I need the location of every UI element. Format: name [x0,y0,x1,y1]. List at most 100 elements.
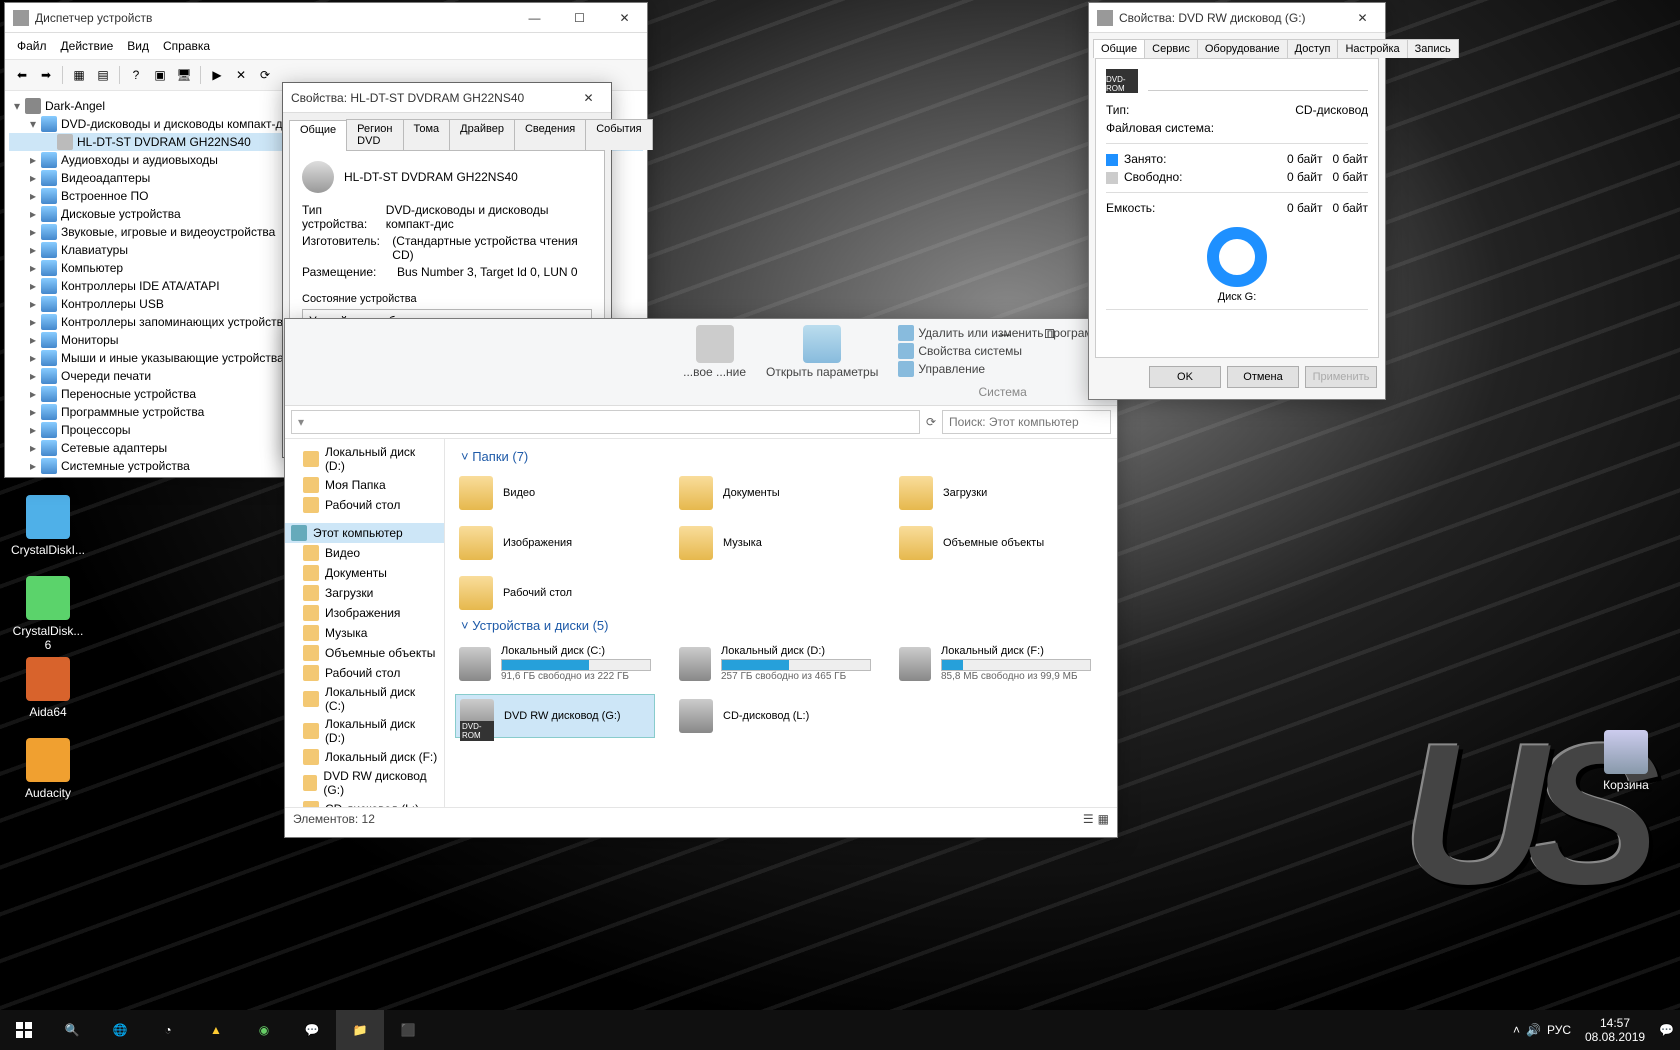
volume-label-input[interactable] [1148,71,1368,91]
group-header[interactable]: ˅ Устройства и диски (5) [461,618,1107,633]
back-icon[interactable]: ⬅ [11,64,33,86]
explorer-main[interactable]: ˅ Папки (7) Видео Документы Загрузки Изображ… [445,439,1117,807]
diskprops-titlebar[interactable]: Свойства: DVD RW дисковод (G:) ✕ [1089,3,1385,33]
ok-button[interactable]: OK [1149,366,1221,388]
folder-tile[interactable]: Видео [455,472,655,514]
sidebar-item[interactable]: Объемные объекты [285,643,444,663]
tab[interactable]: Сервис [1144,39,1198,58]
tool-icon[interactable]: ▣ [149,64,171,86]
tool-icon[interactable]: ✕ [230,64,252,86]
desktop-icon[interactable]: Audacity [10,738,86,800]
desktop-icon[interactable]: CrystalDisk... 6 [10,576,86,652]
sidebar-item[interactable]: Этот компьютер [285,523,444,543]
explorer-sidebar[interactable]: Локальный диск (D:)Моя ПапкаРабочий стол… [285,439,445,807]
desktop-icon[interactable]: CrystalDiskI... [10,495,86,557]
maximize-button[interactable]: ☐ [557,3,602,33]
sidebar-item[interactable]: Музыка [285,623,444,643]
sidebar-item[interactable]: Рабочий стол [285,495,444,515]
tool-icon[interactable]: ▦ [68,64,90,86]
discord-icon[interactable]: 💬 [288,1010,336,1050]
close-button[interactable]: ✕ [566,83,611,113]
app-icon[interactable]: ◉ [240,1010,288,1050]
tab[interactable]: Сведения [514,119,586,150]
menu-item[interactable]: Файл [11,37,53,55]
folder-tile[interactable]: Музыка [675,522,875,564]
lang-indicator[interactable]: РУС [1547,1023,1571,1037]
menu-item[interactable]: Действие [55,37,120,55]
drive-tile[interactable]: Локальный диск (F:) 85,8 МБ свободно из … [895,641,1095,686]
sidebar-item[interactable]: Моя Папка [285,475,444,495]
folder-tile[interactable]: Изображения [455,522,655,564]
tab[interactable]: Доступ [1287,39,1339,58]
folder-tile[interactable]: Объемные объекты [895,522,1095,564]
sidebar-item[interactable]: Локальный диск (C:) [285,683,444,715]
clock[interactable]: 14:57 08.08.2019 [1577,1016,1653,1045]
tab[interactable]: Общие [289,120,347,151]
search-input[interactable] [942,410,1111,434]
desktop-icon[interactable]: Aida64 [10,657,86,719]
app-icon[interactable]: ⬛ [384,1010,432,1050]
breadcrumb[interactable]: ▾ [291,410,920,434]
tab[interactable]: Драйвер [449,119,515,150]
volume-icon[interactable]: 🔊 [1526,1023,1541,1037]
tab[interactable]: Настройка [1337,39,1407,58]
tool-icon[interactable]: ? [125,64,147,86]
devmgr-titlebar[interactable]: Диспетчер устройств — ☐ ✕ [5,3,647,33]
steam-icon[interactable]: ◔ [144,1010,192,1050]
tool-icon[interactable]: ▶ [206,64,228,86]
drive-tile[interactable]: Локальный диск (D:) 257 ГБ свободно из 4… [675,641,875,686]
refresh-icon[interactable]: ⟳ [926,415,936,429]
tab[interactable]: Запись [1407,39,1459,58]
minimize-button[interactable]: — [512,3,557,33]
drive-tile[interactable]: Локальный диск (C:) 91,6 ГБ свободно из … [455,641,655,686]
sidebar-item[interactable]: DVD RW дисковод (G:) [285,767,444,799]
close-button[interactable]: ✕ [602,3,647,33]
tool-icon[interactable]: ▤ [92,64,114,86]
menu-item[interactable]: Справка [157,37,216,55]
sidebar-item[interactable]: Локальный диск (F:) [285,747,444,767]
cancel-button[interactable]: Отмена [1227,366,1299,388]
sidebar-item[interactable]: Локальный диск (D:) [285,715,444,747]
view-details-icon[interactable]: ☰ [1083,812,1094,826]
tool-icon[interactable]: ⟳ [254,64,276,86]
sidebar-item[interactable]: Загрузки [285,583,444,603]
folder-tile[interactable]: Документы [675,472,875,514]
aimp-icon[interactable]: ▲ [192,1010,240,1050]
ribbon-link[interactable]: Управление [898,361,985,377]
view-tiles-icon[interactable]: ▦ [1098,812,1109,826]
folder-tile[interactable]: Рабочий стол [455,572,655,614]
tray-chevron-icon[interactable]: ˄ [1513,1023,1520,1037]
maximize-button[interactable]: ☐ [1027,319,1072,349]
group-header[interactable]: ˅ Папки (7) [461,449,1107,464]
sidebar-item[interactable]: Локальный диск (D:) [285,443,444,475]
tab[interactable]: Общие [1093,39,1145,58]
props-titlebar[interactable]: Свойства: HL-DT-ST DVDRAM GH22NS40 ✕ [283,83,611,113]
apply-button[interactable]: Применить [1305,366,1377,388]
folder-tile[interactable]: Загрузки [895,472,1095,514]
search-icon[interactable]: 🔍 [48,1010,96,1050]
start-button[interactable] [0,1010,48,1050]
menu-item[interactable]: Вид [121,37,155,55]
explorer-taskbar[interactable]: 📁 [336,1010,384,1050]
fwd-icon[interactable]: ➡ [35,64,57,86]
sidebar-item[interactable]: Изображения [285,603,444,623]
tab[interactable]: Тома [403,119,451,150]
tab[interactable]: Оборудование [1197,39,1288,58]
tool-icon[interactable]: 🖥 [173,64,195,86]
sidebar-item[interactable]: CD-дисковод (L:) [285,799,444,807]
recycle-bin[interactable]: Корзина [1588,730,1664,792]
minimize-button[interactable]: — [982,319,1027,349]
close-button[interactable]: ✕ [1340,3,1385,33]
drive-tile[interactable]: DVD-ROM DVD RW дисковод (G:) [455,694,655,738]
explorer-status: Элементов: 12 ☰ ▦ [285,807,1117,829]
tab[interactable]: События [585,119,652,150]
sidebar-item[interactable]: Видео [285,543,444,563]
ribbon-net[interactable]: ...вое ...ние [683,325,746,399]
sidebar-item[interactable]: Рабочий стол [285,663,444,683]
ribbon-open-settings[interactable]: Открыть параметры [766,325,878,399]
sidebar-item[interactable]: Документы [285,563,444,583]
chrome-icon[interactable]: 🌐 [96,1010,144,1050]
notifications-icon[interactable]: 💬 [1659,1023,1674,1037]
drive-tile[interactable]: CD-дисковод (L:) [675,694,875,738]
tab[interactable]: Регион DVD [346,119,403,150]
